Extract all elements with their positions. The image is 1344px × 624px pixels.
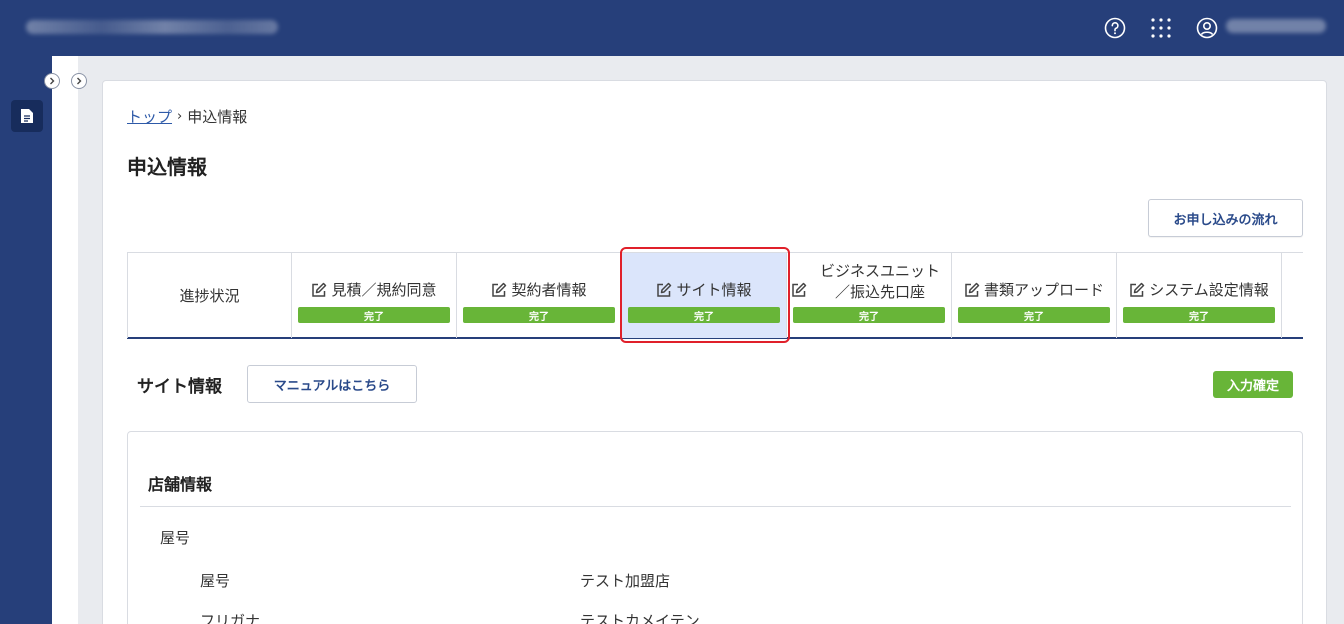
sidebar-expand-icon[interactable] (44, 73, 60, 89)
step-status-badge: 完了 (793, 307, 945, 323)
active-step-highlight (620, 247, 790, 343)
app-title-blurred (26, 20, 278, 34)
apps-grid-icon[interactable] (1149, 16, 1173, 40)
step-label: システム設定情報 (1117, 280, 1281, 300)
store-info-panel (127, 431, 1303, 624)
step-label: 契約者情報 (457, 280, 621, 300)
top-bar (0, 0, 1344, 56)
document-icon (21, 109, 33, 123)
panel-expand-icon[interactable] (71, 73, 87, 89)
step-label-line1: ビジネスユニット (819, 262, 940, 280)
progress-status-label: 進捗状況 (127, 253, 292, 338)
manual-button[interactable]: マニュアルはこちら (247, 365, 417, 403)
field-label-trade-name: 屋号 (200, 572, 231, 590)
panel-divider (140, 506, 1291, 507)
help-icon[interactable] (1103, 16, 1127, 40)
edit-icon (1130, 282, 1145, 297)
panel-title: 店舗情報 (148, 475, 213, 494)
step-status-badge: 完了 (958, 307, 1110, 323)
sidebar-item-application[interactable] (11, 100, 43, 132)
field-value-trade-name: テスト加盟店 (580, 572, 671, 590)
step-status-badge: 完了 (298, 307, 450, 323)
edit-icon (965, 282, 980, 297)
field-value-furigana: テストカメイテン (580, 612, 700, 624)
step-estimate-terms[interactable]: 見積／規約同意 完了 (292, 253, 457, 338)
step-status-badge: 完了 (463, 307, 615, 323)
step-label: 書類アップロード (952, 280, 1116, 300)
step-label-line2: ／振込先口座 (834, 283, 925, 301)
field-group-label: 屋号 (160, 529, 191, 547)
page-title: 申込情報 (127, 155, 207, 179)
breadcrumb: トップ › 申込情報 (127, 106, 247, 127)
step-label: 見積／規約同意 (292, 280, 456, 300)
field-label-furigana: フリガナ (200, 612, 261, 624)
step-system-settings[interactable]: システム設定情報 完了 (1117, 253, 1282, 338)
user-name-blurred (1226, 19, 1326, 33)
sidebar-rail (0, 56, 52, 624)
breadcrumb-separator: › (177, 109, 183, 124)
step-contractor-info[interactable]: 契約者情報 完了 (457, 253, 622, 338)
breadcrumb-current: 申込情報 (187, 108, 248, 126)
application-flow-button[interactable]: お申し込みの流れ (1148, 199, 1303, 237)
edit-icon (492, 282, 507, 297)
input-confirmed-badge: 入力確定 (1213, 371, 1293, 398)
step-business-unit-account[interactable]: ビジネスユニット ／振込先口座 完了 (787, 253, 952, 338)
step-status-badge: 完了 (1123, 307, 1275, 323)
edit-icon (312, 282, 327, 297)
breadcrumb-home-link[interactable]: トップ (127, 106, 172, 127)
step-document-upload[interactable]: 書類アップロード 完了 (952, 253, 1117, 338)
sidebar-gutter (52, 56, 78, 624)
user-account-icon[interactable] (1195, 16, 1219, 40)
section-title: サイト情報 (137, 377, 222, 397)
